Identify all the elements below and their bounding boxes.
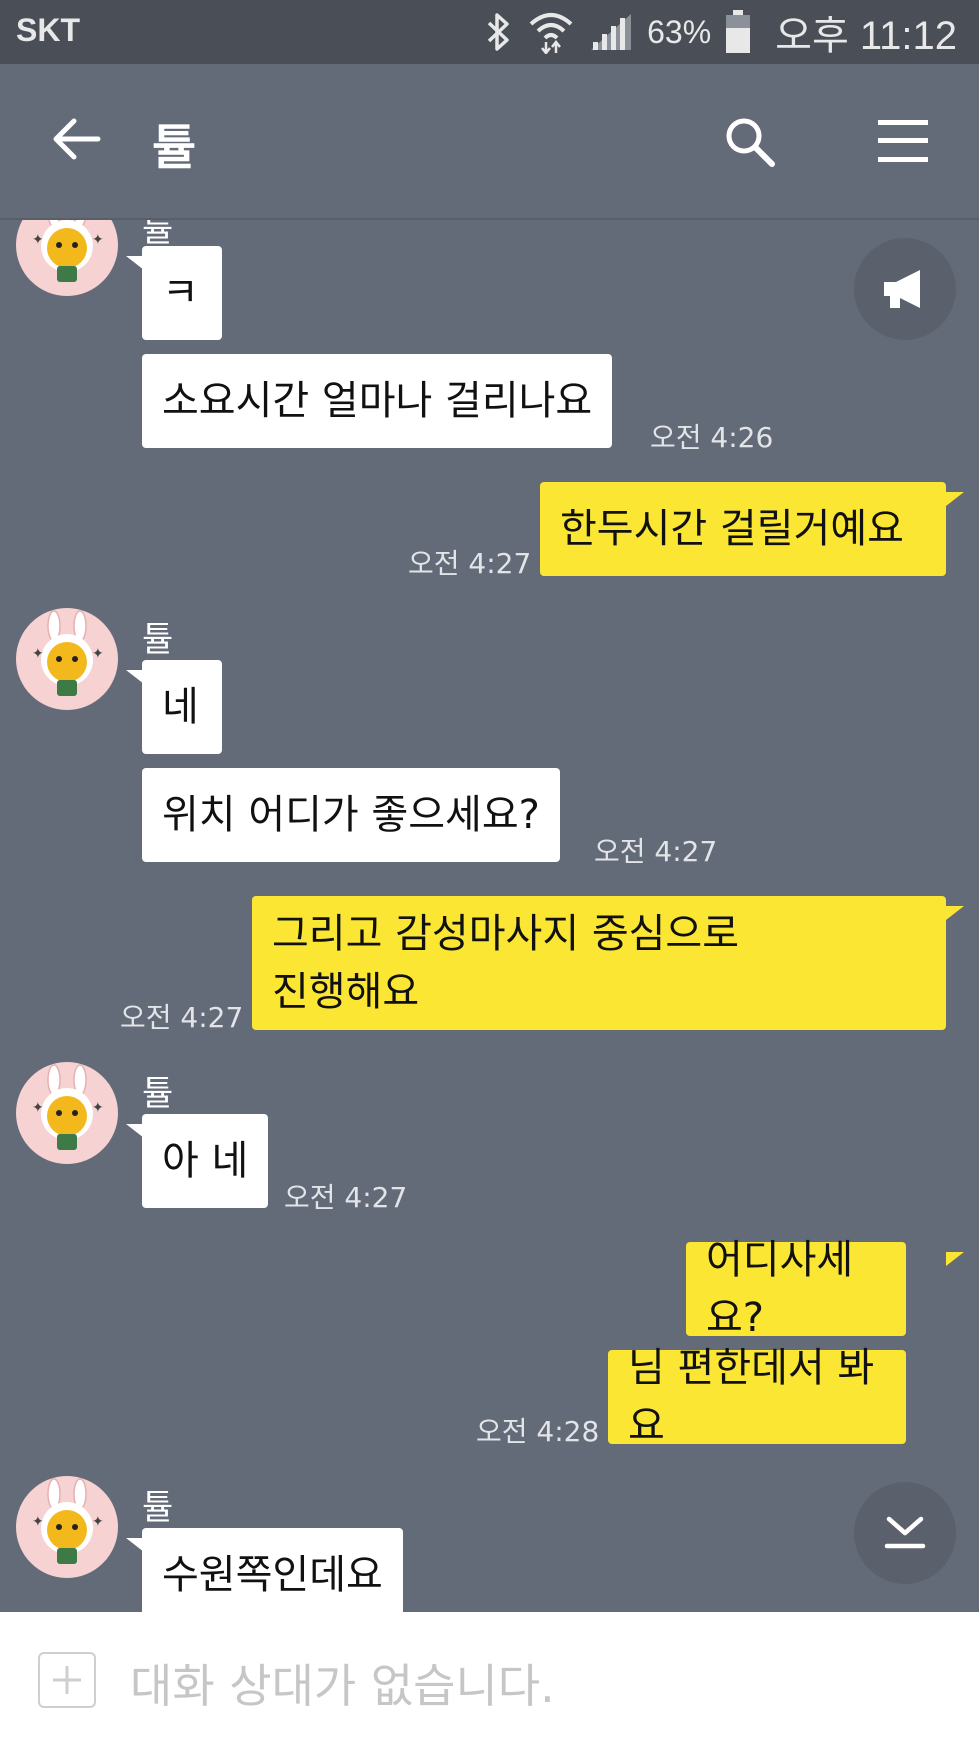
bubble-tail (946, 1252, 964, 1266)
svg-text:✦: ✦ (32, 1514, 44, 1530)
status-icons: 63% 오후 11:12 (483, 6, 957, 58)
message-list[interactable]: ✦ ✦ 튤 ㅋ 소요시간 얼마나 걸리나요 오전 4:26 오전 4:27 한두… (0, 220, 979, 1612)
sender-name: 튤 (142, 620, 174, 660)
message-time: 오전 4:26 (650, 421, 774, 454)
hamburger-icon[interactable] (878, 120, 928, 162)
wifi-icon (529, 13, 573, 54)
avatar-character-icon: ✦ ✦ (32, 1478, 104, 1564)
scroll-to-bottom-icon (884, 1516, 926, 1549)
message-bubble-incoming[interactable]: 네 (142, 660, 222, 754)
svg-text:✦: ✦ (32, 646, 44, 662)
message-time: 오전 4:27 (594, 835, 718, 868)
message-bubble-incoming[interactable]: ㅋ (142, 246, 222, 340)
message-input[interactable]: 대화 상대가 없습니다. (130, 1650, 555, 1716)
bubble-tail (126, 1124, 144, 1138)
bubble-tail (126, 256, 144, 270)
battery-percent: 63% (647, 13, 712, 50)
message-time: 오전 4:27 (284, 1181, 408, 1214)
status-bar: SKT 63% 오후 11:12 (0, 0, 979, 64)
chat-title: 튤 (152, 120, 197, 176)
add-attachment-button[interactable] (38, 1652, 96, 1708)
message-text: 위치 어디가 좋으세요? (162, 792, 540, 838)
bubble-tail (126, 1538, 144, 1552)
avatar-character-icon: ✦ ✦ (32, 1064, 104, 1150)
status-clock: 오후 11:12 (775, 14, 957, 58)
svg-text:✦: ✦ (92, 1514, 104, 1530)
message-bubble-incoming[interactable]: 소요시간 얼마나 걸리나요 (142, 354, 613, 448)
message-bubble-outgoing[interactable]: 그리고 감성마사지 중심으로 진행해요 (252, 896, 946, 1030)
message-text: 아 네 (162, 1138, 249, 1184)
sender-name: 튤 (142, 1488, 174, 1528)
message-bubble-outgoing[interactable]: 한두시간 걸릴거예요 (540, 482, 946, 576)
message-time: 오전 4:27 (408, 547, 532, 580)
message-text: 님 편한데서 봐요 (628, 1345, 875, 1449)
message-bubble-incoming[interactable]: 수원쪽인데요 (142, 1528, 403, 1612)
svg-text:✦: ✦ (92, 232, 104, 248)
avatar[interactable]: ✦ ✦ (16, 1062, 118, 1164)
avatar-character-icon: ✦ ✦ (32, 610, 104, 696)
bubble-tail (126, 670, 144, 684)
svg-text:✦: ✦ (92, 1100, 104, 1116)
plus-icon (53, 1666, 81, 1694)
avatar[interactable]: ✦ ✦ (16, 220, 118, 296)
message-text: 수원쪽인데요 (162, 1552, 383, 1598)
message-text: 그리고 감성마사지 중심으로 진행해요 (272, 911, 740, 1015)
bubble-tail (946, 906, 964, 920)
avatar[interactable]: ✦ ✦ (16, 1476, 118, 1578)
notice-button[interactable] (854, 238, 956, 340)
arrow-left-icon[interactable] (50, 116, 102, 162)
message-bubble-incoming[interactable]: 위치 어디가 좋으세요? (142, 768, 560, 862)
bubble-tail (946, 492, 964, 506)
message-text: 소요시간 얼마나 걸리나요 (162, 378, 593, 424)
message-text: ㅋ (162, 270, 199, 316)
message-text: 네 (162, 684, 199, 730)
avatar[interactable]: ✦ ✦ (16, 608, 118, 710)
message-time: 오전 4:27 (120, 1001, 244, 1034)
svg-text:✦: ✦ (92, 646, 104, 662)
svg-text:✦: ✦ (32, 1100, 44, 1116)
search-icon[interactable] (724, 116, 776, 168)
carrier-label: SKT (16, 12, 80, 48)
message-bubble-outgoing[interactable]: 어디사세요? (686, 1237, 906, 1341)
chat-header: 튤 (0, 64, 979, 220)
message-bubble-incoming[interactable]: 아 네 (142, 1114, 269, 1208)
svg-text:✦: ✦ (32, 232, 44, 248)
message-input-bar: 대화 상대가 없습니다. (0, 1612, 979, 1742)
scroll-to-bottom-button[interactable] (854, 1482, 956, 1584)
message-text: 한두시간 걸릴거예요 (560, 506, 904, 552)
message-text: 어디사세요? (706, 1237, 854, 1341)
signal-icon (591, 14, 632, 50)
sender-name: 튤 (142, 1074, 174, 1114)
bluetooth-icon (487, 13, 509, 51)
avatar-character-icon: ✦ ✦ (32, 220, 104, 282)
message-time: 오전 4:28 (476, 1415, 600, 1448)
megaphone-icon (884, 270, 920, 308)
message-bubble-outgoing[interactable]: 님 편한데서 봐요 (608, 1345, 906, 1449)
battery-icon (726, 10, 751, 53)
